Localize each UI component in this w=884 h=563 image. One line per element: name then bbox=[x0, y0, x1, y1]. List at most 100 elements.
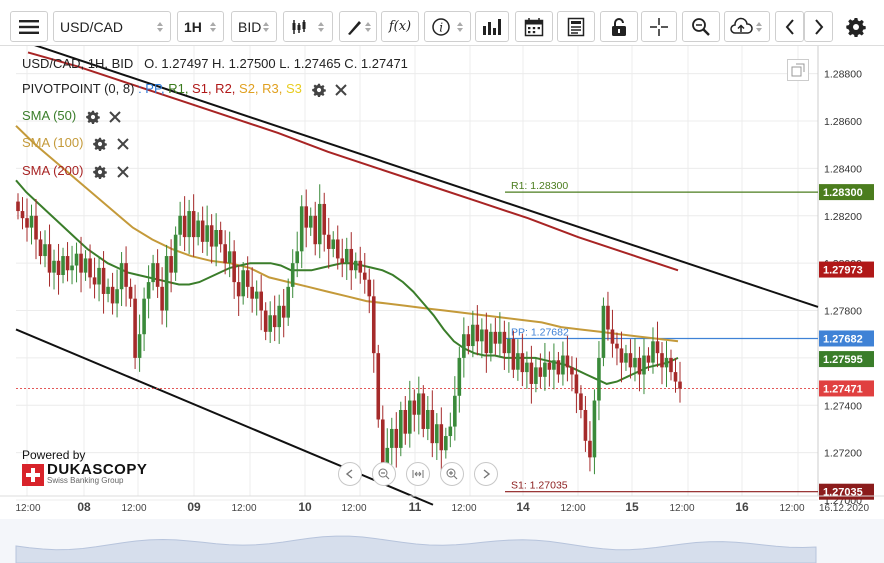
zoom-icon bbox=[692, 17, 710, 36]
candle-body-42 bbox=[205, 225, 209, 242]
sma200-settings-icon[interactable] bbox=[93, 165, 107, 179]
sma100-remove-icon[interactable] bbox=[116, 137, 129, 150]
candle-body-5 bbox=[38, 239, 43, 257]
draw-button[interactable] bbox=[339, 11, 377, 42]
zoom-button[interactable] bbox=[682, 11, 720, 42]
candle-body-43 bbox=[209, 225, 214, 247]
x-tick-10: 12:00 bbox=[560, 503, 585, 514]
cloud-button[interactable] bbox=[724, 11, 770, 42]
candle-body-36 bbox=[178, 215, 182, 235]
menu-button[interactable] bbox=[10, 11, 48, 42]
lock-icon bbox=[612, 17, 626, 36]
sma200-legend: SMA (200) bbox=[22, 163, 129, 179]
chart-type-button[interactable] bbox=[283, 11, 333, 42]
calendar-button[interactable] bbox=[515, 11, 553, 42]
candle-body-24 bbox=[124, 263, 128, 287]
zoom-out-button[interactable] bbox=[372, 462, 396, 486]
side-select[interactable]: BID bbox=[231, 11, 277, 42]
y-tick-7: 1.27400 bbox=[824, 400, 862, 412]
candle-body-39 bbox=[191, 211, 196, 238]
y-tick-1: 1.28600 bbox=[824, 116, 862, 128]
news-button[interactable] bbox=[557, 11, 595, 42]
zoom-in-icon bbox=[446, 468, 458, 480]
pivot-settings-icon[interactable] bbox=[311, 83, 326, 97]
fit-button[interactable] bbox=[406, 462, 430, 486]
scroll-left-button[interactable] bbox=[338, 462, 362, 486]
candle-body-10 bbox=[61, 256, 65, 275]
forward-button[interactable] bbox=[804, 11, 833, 42]
scroll-right-button[interactable] bbox=[474, 462, 498, 486]
x-tick-4: 12:00 bbox=[231, 503, 256, 514]
pp-label: PP: 1.27682 bbox=[511, 326, 569, 338]
sma200-remove-icon[interactable] bbox=[116, 165, 129, 178]
back-button[interactable] bbox=[775, 11, 804, 42]
candle-body-132 bbox=[610, 329, 615, 344]
candle-body-11 bbox=[65, 256, 70, 271]
candle-body-49 bbox=[236, 282, 241, 297]
candle-body-18 bbox=[97, 267, 101, 285]
candle-body-130 bbox=[601, 305, 606, 358]
candle-body-50 bbox=[241, 270, 245, 297]
price-axis: 1.288001.286001.284001.282001.280001.278… bbox=[819, 69, 874, 507]
candle-body-33 bbox=[164, 256, 169, 311]
candle-body-117 bbox=[543, 362, 547, 377]
candle-body-147 bbox=[678, 381, 682, 389]
info-icon: i bbox=[431, 17, 463, 36]
scroll-left-icon bbox=[345, 469, 353, 479]
sma50-label: SMA (50) bbox=[22, 108, 77, 123]
sma50-line bbox=[15, 179, 679, 385]
zoom-in-button[interactable] bbox=[440, 462, 464, 486]
sma100-label: SMA (100) bbox=[22, 135, 84, 150]
popout-button[interactable] bbox=[787, 59, 809, 81]
candle-body-146 bbox=[673, 372, 678, 382]
candle-body-65 bbox=[308, 215, 313, 228]
candle-body-143 bbox=[660, 353, 664, 368]
candle-body-70 bbox=[331, 239, 336, 249]
volume-bars-icon bbox=[483, 18, 501, 35]
pivot-remove-icon[interactable] bbox=[335, 83, 347, 96]
candle-body-31 bbox=[155, 263, 160, 287]
candle-body-101 bbox=[471, 324, 475, 347]
sma100-settings-icon[interactable] bbox=[93, 137, 107, 151]
symbol-select[interactable]: USD/CAD bbox=[53, 11, 171, 42]
cloud-upload-icon bbox=[730, 17, 762, 34]
menu-icon bbox=[19, 19, 39, 34]
candle-body-137 bbox=[633, 357, 637, 368]
zoom-out-icon bbox=[378, 468, 390, 480]
x-tick-12: 12:00 bbox=[669, 503, 694, 514]
lock-button[interactable] bbox=[600, 11, 638, 42]
sma50-settings-icon[interactable] bbox=[86, 110, 100, 124]
crosshair-button[interactable] bbox=[641, 11, 677, 42]
candle-body-59 bbox=[281, 305, 286, 318]
candle-body-40 bbox=[196, 220, 200, 238]
branding: Powered by DUKASCOPY Swiss Banking Group bbox=[22, 448, 147, 486]
sma50-remove-icon[interactable] bbox=[109, 110, 122, 123]
timeframe-select[interactable]: 1H bbox=[177, 11, 224, 42]
candle-body-14 bbox=[79, 253, 83, 273]
candle-body-58 bbox=[277, 305, 281, 328]
s1-label: S1: 1.27035 bbox=[511, 480, 568, 492]
pivot-level-3: R2, bbox=[211, 81, 236, 96]
candle-body-21 bbox=[110, 286, 115, 304]
forward-icon bbox=[814, 18, 823, 35]
function-button[interactable]: f(x) bbox=[381, 11, 419, 42]
x-tick-6: 12:00 bbox=[341, 503, 366, 514]
y-tick-3: 1.28200 bbox=[824, 211, 862, 223]
candle-body-61 bbox=[290, 263, 295, 287]
x-tick-11: 15 bbox=[625, 500, 639, 514]
info-button[interactable]: i bbox=[424, 11, 471, 42]
candle-body-1 bbox=[20, 211, 25, 219]
crosshair-icon bbox=[650, 17, 668, 36]
candle-body-69 bbox=[326, 234, 331, 249]
ohlc-legend: USD/CAD, 1H, BID O. 1.27497 H. 1.27500 L… bbox=[22, 56, 408, 72]
volume-button[interactable] bbox=[475, 11, 509, 42]
candle-body-103 bbox=[480, 329, 484, 342]
candle-body-67 bbox=[317, 203, 322, 245]
candle-body-104 bbox=[484, 329, 489, 354]
chart-area[interactable]: R1: 1.28300 PP: 1.27682 S1: 1.27035 1.2880… bbox=[0, 46, 884, 563]
candle-body-123 bbox=[570, 367, 574, 375]
svg-text:i: i bbox=[439, 20, 443, 34]
candle-body-127 bbox=[588, 440, 592, 458]
y-tick-5: 1.27800 bbox=[824, 306, 862, 318]
settings-button[interactable] bbox=[840, 11, 872, 42]
